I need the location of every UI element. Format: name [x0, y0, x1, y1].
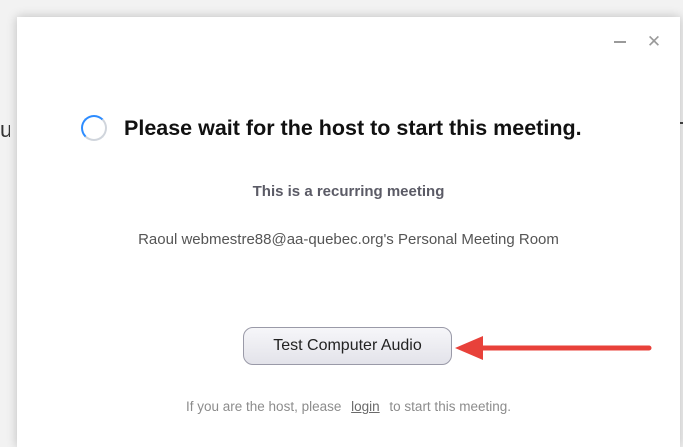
page-title: Please wait for the host to start this m… [124, 115, 582, 140]
login-link[interactable]: login [351, 399, 380, 414]
meeting-room-name: Raoul webmestre88@aa-quebec.org's Person… [138, 231, 559, 248]
host-prompt-prefix: If you are the host, please [186, 399, 342, 414]
loading-spinner-icon [81, 115, 107, 141]
red-arrow-icon [455, 336, 652, 360]
recurring-meeting-label: This is a recurring meeting [252, 183, 445, 200]
background-window-fragment: u [0, 118, 10, 142]
close-icon[interactable]: ✕ [644, 33, 664, 51]
test-computer-audio-button[interactable]: Test Computer Audio [243, 327, 452, 365]
waiting-room-dialog: ✕ Please wait for the host to start this… [17, 17, 680, 447]
host-prompt-suffix: to start this meeting. [389, 399, 511, 414]
status-heading-row: Please wait for the host to start this m… [81, 110, 582, 146]
minimize-icon[interactable] [610, 33, 630, 51]
host-login-prompt: If you are the host, please login to sta… [17, 399, 680, 414]
